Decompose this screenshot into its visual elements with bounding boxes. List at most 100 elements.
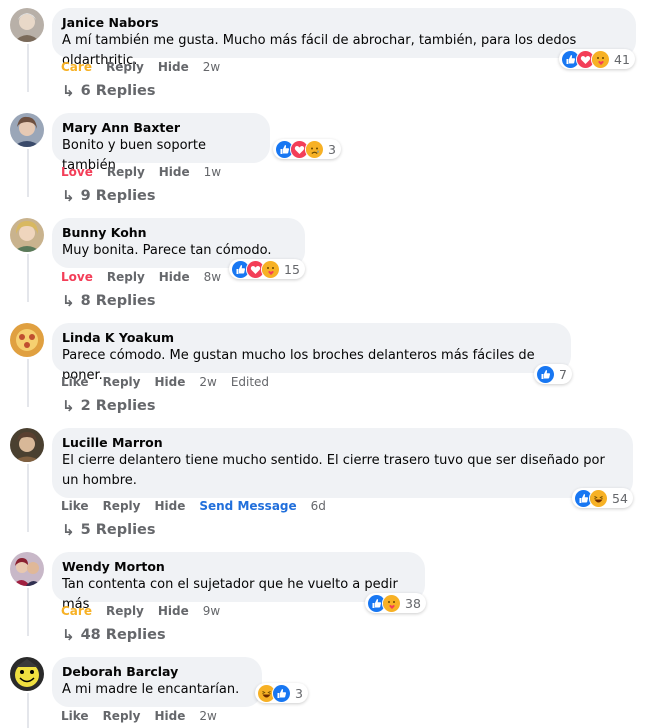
comment-bubble: Linda K Yoakum Parece cómodo. Me gustan … [52, 323, 571, 383]
reaction-summary[interactable]: 38 [365, 593, 426, 613]
love-reaction-button[interactable]: Love [61, 270, 93, 284]
like-reaction-icon [536, 364, 555, 384]
like-reaction-icon [272, 683, 291, 703]
avatar[interactable] [10, 113, 44, 147]
hide-button[interactable]: Hide [158, 60, 189, 74]
comment-author[interactable]: Lucille Marron [62, 434, 623, 451]
comment-actions: Like Reply Hide 2w Edited [61, 374, 283, 390]
replies-count-label: 8 Replies [80, 293, 156, 309]
reaction-summary[interactable]: 7 [534, 364, 572, 384]
reaction-summary[interactable]: 41 [559, 49, 635, 69]
hide-button[interactable]: Hide [158, 604, 189, 618]
comment-author[interactable]: Wendy Morton [62, 558, 415, 575]
comment-actions: Care Reply Hide 9w [61, 603, 234, 619]
love-reaction-button[interactable]: Love [61, 165, 93, 179]
comment-author[interactable]: Linda K Yoakum [62, 329, 561, 346]
reaction-summary[interactable]: 3 [255, 683, 308, 703]
reply-button[interactable]: Reply [107, 165, 145, 179]
reaction-summary[interactable]: 54 [572, 488, 633, 508]
care-reaction-button[interactable]: Care [61, 60, 92, 74]
reaction-summary[interactable]: 3 [273, 139, 341, 159]
replies-count-label: 6 Replies [80, 83, 156, 99]
edited-label[interactable]: Edited [231, 375, 269, 389]
replies-count-label: 48 Replies [80, 627, 166, 643]
reply-arrow-icon: ↳ [62, 187, 75, 205]
reply-arrow-icon: ↳ [62, 397, 75, 415]
comment-text: Muy bonita. Parece tan cómodo. [62, 243, 272, 258]
reply-button[interactable]: Reply [107, 270, 145, 284]
thread-line [27, 693, 29, 728]
thread-line [27, 359, 29, 407]
like-button[interactable]: Like [61, 375, 89, 389]
avatar[interactable] [10, 552, 44, 586]
comment-author[interactable]: Janice Nabors [62, 14, 626, 31]
care-reaction-icon [591, 49, 610, 69]
timestamp[interactable]: 2w [199, 375, 216, 389]
like-button[interactable]: Like [61, 709, 89, 723]
hide-button[interactable]: Hide [154, 375, 185, 389]
comment-bubble: Janice Nabors A mí también me gusta. Muc… [52, 8, 636, 68]
comment-author[interactable]: Bunny Kohn [62, 224, 295, 241]
comment-bubble: Lucille Marron El cierre delantero tiene… [52, 428, 633, 498]
reaction-count: 15 [284, 261, 300, 277]
replies-count-label: 9 Replies [80, 188, 156, 204]
like-button[interactable]: Like [61, 499, 89, 513]
avatar[interactable] [10, 8, 44, 42]
timestamp[interactable]: 1w [204, 165, 221, 179]
sad-reaction-icon [305, 139, 324, 159]
timestamp[interactable]: 6d [311, 499, 326, 513]
timestamp[interactable]: 2w [203, 60, 220, 74]
timestamp[interactable]: 2w [199, 709, 216, 723]
reply-button[interactable]: Reply [106, 60, 144, 74]
care-reaction-button[interactable]: Care [61, 604, 92, 618]
thread-line [27, 588, 29, 636]
reply-arrow-icon: ↳ [62, 521, 75, 539]
hide-button[interactable]: Hide [159, 270, 190, 284]
view-replies-button[interactable]: ↳ 8 Replies [62, 292, 156, 310]
reaction-count: 38 [405, 595, 421, 611]
reply-button[interactable]: Reply [103, 375, 141, 389]
view-replies-button[interactable]: ↳ 2 Replies [62, 397, 156, 415]
reply-button[interactable]: Reply [103, 499, 141, 513]
avatar[interactable] [10, 428, 44, 462]
hide-button[interactable]: Hide [154, 499, 185, 513]
thread-line [27, 464, 29, 532]
comment-actions: Care Reply Hide 2w [61, 59, 234, 75]
care-reaction-icon [261, 259, 280, 279]
hide-button[interactable]: Hide [154, 709, 185, 723]
timestamp[interactable]: 9w [203, 604, 220, 618]
send-message-link[interactable]: Send Message [199, 499, 296, 513]
comment-bubble: Deborah Barclay A mi madre le encantaría… [52, 657, 262, 707]
reply-button[interactable]: Reply [103, 709, 141, 723]
hide-button[interactable]: Hide [159, 165, 190, 179]
reaction-count: 7 [559, 366, 567, 382]
view-replies-button[interactable]: ↳ 6 Replies [62, 82, 156, 100]
reply-arrow-icon: ↳ [62, 82, 75, 100]
reaction-summary[interactable]: 15 [229, 259, 305, 279]
timestamp[interactable]: 8w [204, 270, 221, 284]
comment-actions: Like Reply Hide 2w [61, 708, 231, 724]
reply-button[interactable]: Reply [106, 604, 144, 618]
thread-line [27, 254, 29, 302]
view-replies-button[interactable]: ↳ 9 Replies [62, 187, 156, 205]
reply-arrow-icon: ↳ [62, 626, 75, 644]
comment-author[interactable]: Mary Ann Baxter [62, 119, 260, 136]
reply-arrow-icon: ↳ [62, 292, 75, 310]
comment-author[interactable]: Deborah Barclay [62, 663, 252, 680]
avatar[interactable] [10, 323, 44, 357]
comment-text: El cierre delantero tiene mucho sentido.… [62, 453, 605, 488]
reaction-count: 41 [614, 51, 630, 67]
thread-line [27, 44, 29, 92]
avatar[interactable] [10, 218, 44, 252]
view-replies-button[interactable]: ↳ 5 Replies [62, 521, 156, 539]
view-replies-button[interactable]: ↳ 48 Replies [62, 626, 166, 644]
avatar[interactable] [10, 657, 44, 691]
reaction-count: 3 [328, 141, 336, 157]
comment-bubble: Mary Ann Baxter Bonito y buen soporte ta… [52, 113, 270, 173]
thread-line [27, 149, 29, 197]
comment-actions: Like Reply Hide Send Message 6d [61, 498, 340, 514]
comment-actions: Love Reply Hide 8w [61, 269, 235, 285]
comment-actions: Love Reply Hide 1w [61, 164, 235, 180]
reaction-count: 54 [612, 490, 628, 506]
haha-reaction-icon [589, 488, 608, 508]
